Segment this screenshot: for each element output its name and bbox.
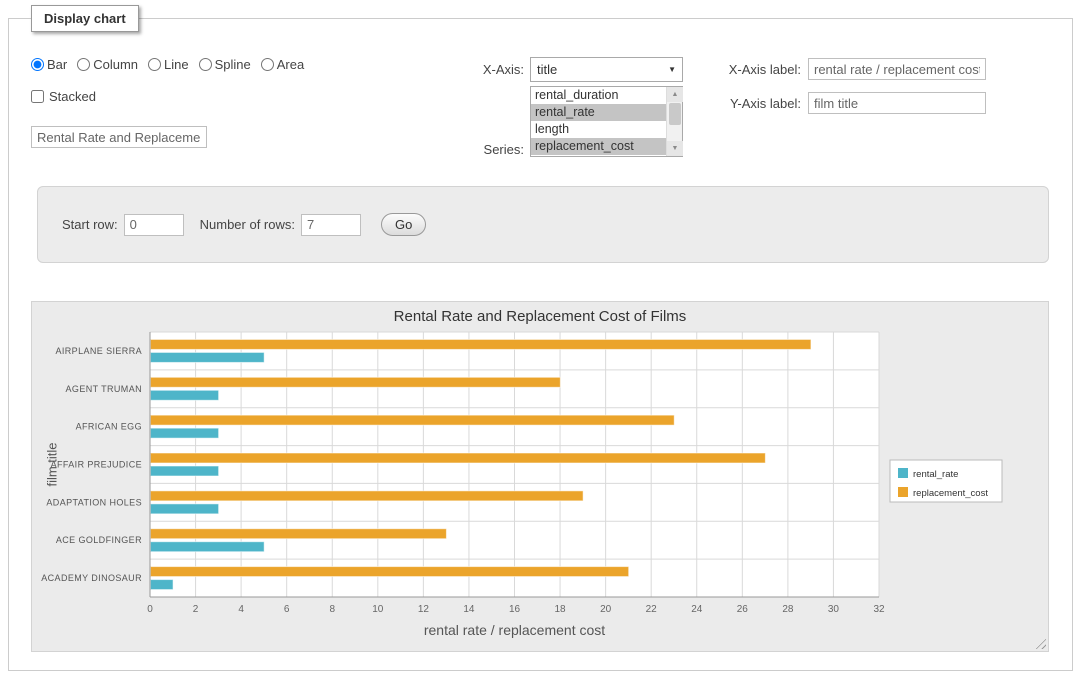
x-tick-label: 26 [737,604,749,615]
radio-bar-label: Bar [47,57,67,72]
radio-spline[interactable]: Spline [199,57,251,72]
category-label: ACADEMY DINOSAUR [41,573,142,583]
category-label: AFRICAN EGG [76,422,142,432]
number-of-rows-label: Number of rows: [200,217,295,232]
bar-replacement_cost [151,491,584,501]
display-chart-panel: Display chart Bar Column Line Spline Are… [8,18,1073,671]
category-label: ADAPTATION HOLES [46,497,142,507]
stacked-checkbox-input[interactable] [31,90,44,103]
radio-bar-input[interactable] [31,58,44,71]
bar-chart: 02468101214161820222426283032AIRPLANE SI… [32,302,1048,651]
series-listbox-items: rental_durationrental_ratelengthreplacem… [531,87,666,156]
stacked-label: Stacked [49,89,96,104]
bar-replacement_cost [151,453,766,463]
x-tick-label: 10 [372,604,384,615]
radio-column[interactable]: Column [77,57,138,72]
rows-panel: Start row: Number of rows: Go [37,186,1049,263]
bar-replacement_cost [151,415,675,425]
panel-legend: Display chart [31,5,139,32]
radio-line[interactable]: Line [148,57,189,72]
bar-rental_rate [151,466,219,476]
legend-label-rental_rate[interactable]: rental_rate [913,469,958,480]
go-button[interactable]: Go [381,213,426,236]
category-label: AFFAIR PREJUDICE [51,460,142,470]
scroll-thumb[interactable] [669,103,681,125]
bar-replacement_cost [151,339,811,349]
number-of-rows-input[interactable] [301,214,361,236]
chart-type-radio-group: Bar Column Line Spline Area [31,57,304,72]
scroll-up-icon[interactable]: ▲ [667,87,683,102]
series-option-rental_duration[interactable]: rental_duration [531,87,666,104]
chart-container: Rental Rate and Replacement Cost of Film… [31,301,1049,652]
radio-bar[interactable]: Bar [31,57,67,72]
x-tick-label: 14 [463,604,475,615]
x-tick-label: 4 [238,604,244,615]
x-tick-label: 12 [418,604,430,615]
x-axis-title: rental rate / replacement cost [150,622,879,638]
bar-replacement_cost [151,529,447,539]
bar-rental_rate [151,352,265,362]
bar-rental_rate [151,504,219,514]
y-axis-label-caption: Y-Axis label: [709,96,801,111]
bar-replacement_cost [151,567,629,577]
bar-rental_rate [151,580,174,590]
series-option-replacement_cost[interactable]: replacement_cost [531,138,666,155]
y-axis-title: film title [45,415,60,515]
radio-area[interactable]: Area [261,57,304,72]
legend-swatch-rental_rate [898,468,908,478]
x-axis-selected-value: title [537,62,557,77]
x-tick-label: 18 [555,604,567,615]
radio-column-label: Column [93,57,138,72]
bar-rental_rate [151,428,219,438]
x-tick-label: 2 [193,604,199,615]
series-listbox[interactable]: rental_durationrental_ratelengthreplacem… [530,86,683,157]
series-select-label: Series: [454,142,524,157]
legend-swatch-replacement_cost [898,487,908,497]
x-axis-label-input[interactable] [808,58,986,80]
category-label: AIRPLANE SIERRA [55,346,142,356]
x-axis-select-label: X-Axis: [454,62,524,77]
x-tick-label: 22 [646,604,658,615]
x-tick-label: 24 [691,604,703,615]
x-tick-label: 8 [329,604,335,615]
radio-spline-input[interactable] [199,58,212,71]
legend-label-replacement_cost[interactable]: replacement_cost [913,488,988,499]
start-row-label: Start row: [62,217,118,232]
y-axis-label-input[interactable] [808,92,986,114]
radio-area-label: Area [277,57,304,72]
series-option-rental_rate[interactable]: rental_rate [531,104,666,121]
radio-column-input[interactable] [77,58,90,71]
chart-title-input[interactable] [31,126,207,148]
radio-spline-label: Spline [215,57,251,72]
stacked-checkbox[interactable]: Stacked [31,89,96,104]
x-tick-label: 32 [873,604,885,615]
chevron-down-icon: ▼ [668,65,676,74]
radio-line-label: Line [164,57,189,72]
bar-rental_rate [151,542,265,552]
bar-replacement_cost [151,377,561,387]
radio-area-input[interactable] [261,58,274,71]
x-tick-label: 20 [600,604,612,615]
x-tick-label: 0 [147,604,153,615]
x-axis-select[interactable]: title ▼ [530,57,683,82]
start-row-input[interactable] [124,214,184,236]
series-option-length[interactable]: length [531,121,666,138]
x-axis-label-caption: X-Axis label: [709,62,801,77]
radio-line-input[interactable] [148,58,161,71]
x-tick-label: 28 [782,604,794,615]
scroll-down-icon[interactable]: ▼ [667,141,683,156]
category-label: AGENT TRUMAN [66,384,142,394]
x-tick-label: 6 [284,604,290,615]
category-label: ACE GOLDFINGER [56,535,142,545]
listbox-scrollbar[interactable]: ▲ ▼ [666,87,682,156]
bar-rental_rate [151,390,219,400]
x-tick-label: 16 [509,604,521,615]
x-tick-label: 30 [828,604,840,615]
